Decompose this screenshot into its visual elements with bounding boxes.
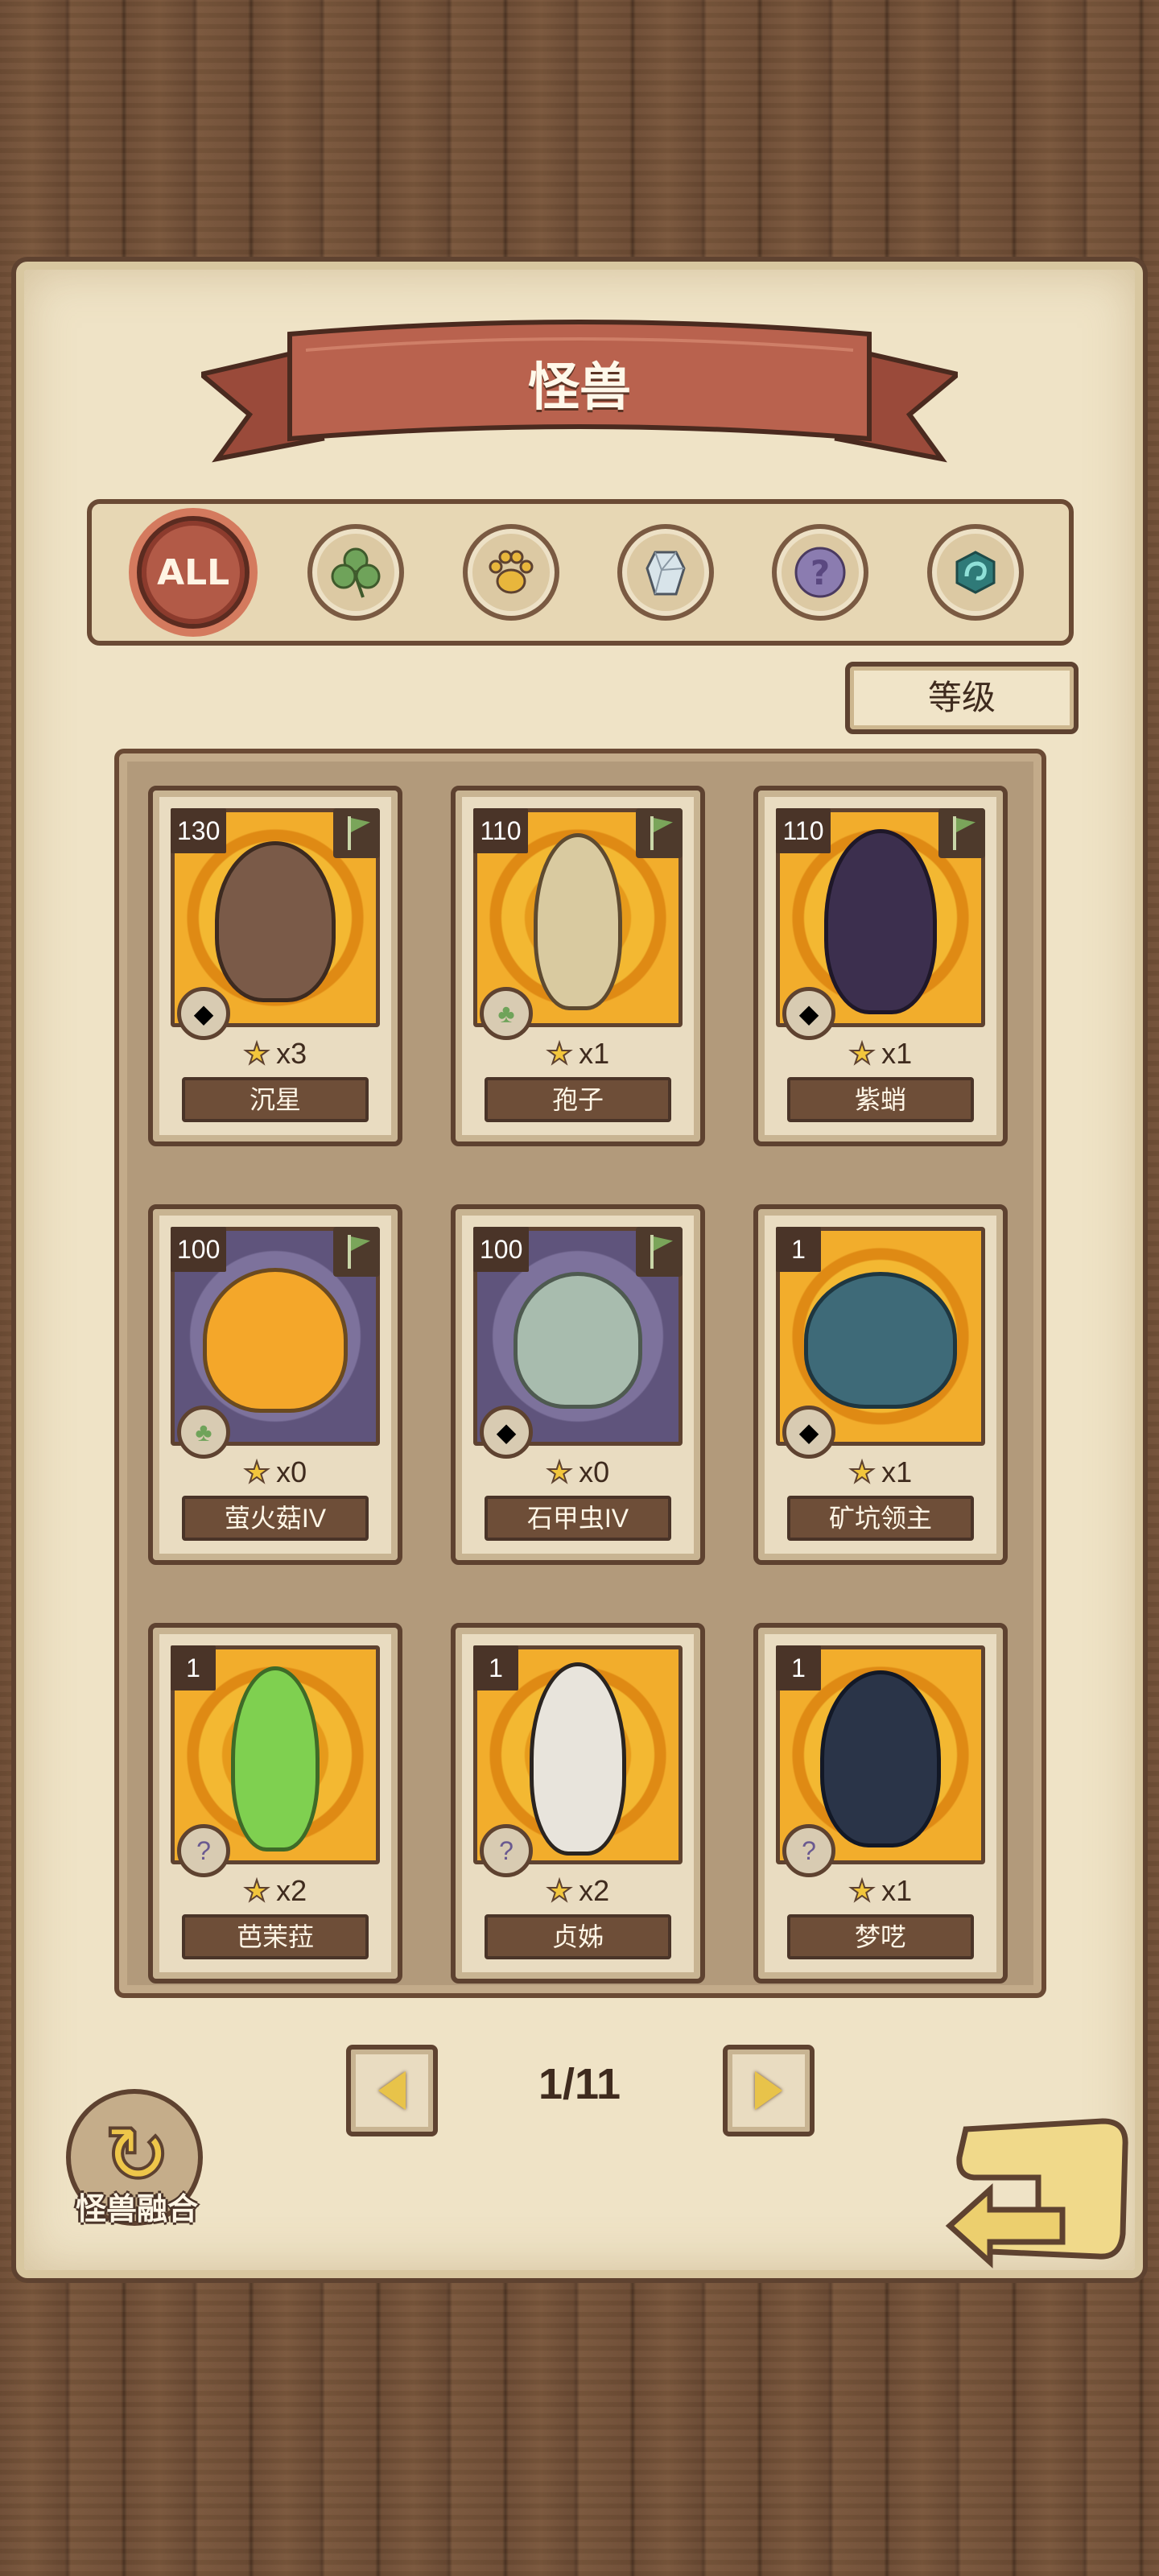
flag-icon[interactable]	[333, 808, 380, 858]
monster-card[interactable]: 100 ◆ ★ x0 石甲虫IV	[451, 1204, 705, 1565]
star-count: ★ x2	[243, 1873, 307, 1908]
star-count: ★ x2	[546, 1873, 610, 1908]
monster-name: 芭茉菈	[182, 1914, 369, 1959]
monster-card[interactable]: 130 ◆ ★ x3 沉星	[148, 786, 402, 1146]
star-count: ★ x1	[848, 1455, 913, 1489]
flag-icon[interactable]	[636, 808, 683, 858]
monster-name: 紫蛸	[787, 1077, 974, 1122]
crystal-icon	[645, 551, 686, 596]
prev-page-button[interactable]	[346, 2045, 438, 2136]
arrow-right-icon	[755, 2071, 782, 2110]
level-badge: 1	[776, 1645, 821, 1690]
star-icon: ★	[546, 1873, 573, 1908]
question-icon: ?	[480, 1824, 533, 1877]
sort-by-level-button[interactable]: 等级	[845, 662, 1079, 734]
next-page-button[interactable]	[723, 2045, 815, 2136]
filter-all-label: ALL	[157, 551, 230, 593]
monster-card[interactable]: 1 ? ★ x1 梦呓	[753, 1623, 1008, 1984]
page-indicator: 1/11	[538, 2060, 621, 2108]
category-filter-bar: ALL ?	[87, 499, 1074, 646]
level-badge: 1	[473, 1645, 518, 1690]
monster-sprite	[203, 1268, 348, 1414]
star-count: ★ x1	[848, 1873, 913, 1908]
monster-card[interactable]: 1 ? ★ x2 贞姊	[451, 1623, 705, 1984]
filter-beast-button[interactable]	[462, 524, 559, 621]
monster-sprite	[824, 829, 937, 1015]
clover-icon	[331, 547, 381, 598]
monster-name: 萤火菇IV	[182, 1496, 369, 1541]
filter-unknown-button[interactable]: ?	[772, 524, 869, 621]
level-badge: 1	[776, 1227, 821, 1272]
monster-sprite	[534, 833, 622, 1011]
level-badge: 110	[473, 808, 528, 853]
monster-name: 贞姊	[485, 1914, 671, 1959]
monster-card[interactable]: 110 ♣ ★ x1 孢子	[451, 786, 705, 1146]
filter-plant-button[interactable]	[307, 524, 405, 621]
crystal-icon: ◆	[177, 987, 230, 1040]
question-icon: ?	[794, 547, 846, 598]
star-icon: ★	[243, 1036, 270, 1071]
monster-name: 石甲虫IV	[485, 1496, 671, 1541]
svg-text:?: ?	[810, 553, 830, 592]
star-icon: ★	[243, 1455, 270, 1489]
monster-sprite	[804, 1272, 957, 1410]
monster-card[interactable]: 1 ◆ ★ x1 矿坑领主	[753, 1204, 1008, 1565]
monster-name: 矿坑领主	[787, 1496, 974, 1541]
filter-mineral-button[interactable]	[617, 524, 715, 621]
star-icon: ★	[848, 1873, 876, 1908]
crystal-icon: ◆	[782, 987, 835, 1040]
monster-sprite	[530, 1662, 626, 1856]
crystal-icon: ◆	[782, 1406, 835, 1459]
monster-fusion-button[interactable]: ↻ 怪兽融合	[56, 2089, 217, 2230]
monster-card[interactable]: 100 ♣ ★ x0 萤火菇IV	[148, 1204, 402, 1565]
level-badge: 100	[171, 1227, 227, 1272]
star-count: ★ x1	[546, 1036, 610, 1071]
star-count: ★ x0	[243, 1455, 307, 1489]
star-count: ★ x1	[848, 1036, 913, 1071]
flag-icon[interactable]	[333, 1227, 380, 1277]
star-icon: ★	[848, 1036, 876, 1071]
clover-icon: ♣	[480, 987, 533, 1040]
monster-name: 孢子	[485, 1077, 671, 1122]
monster-sprite	[215, 841, 336, 1003]
filter-magic-button[interactable]	[926, 524, 1024, 621]
star-icon: ★	[848, 1455, 876, 1489]
monster-sprite	[820, 1670, 941, 1848]
star-count: ★ x0	[546, 1455, 610, 1489]
star-count: ★ x3	[243, 1036, 307, 1071]
star-icon: ★	[546, 1455, 573, 1489]
monster-card[interactable]: 1 ? ★ x2 芭茉菈	[148, 1623, 402, 1984]
clover-icon: ♣	[177, 1406, 230, 1459]
crystal-icon: ◆	[480, 1406, 533, 1459]
filter-all-button[interactable]: ALL	[137, 516, 250, 629]
back-button[interactable]	[942, 2113, 1135, 2274]
flag-icon[interactable]	[636, 1227, 683, 1277]
question-icon: ?	[177, 1824, 230, 1877]
level-badge: 1	[171, 1645, 216, 1690]
level-badge: 130	[171, 808, 227, 853]
monster-name: 沉星	[182, 1077, 369, 1122]
fusion-label: 怪兽融合	[75, 2193, 198, 2227]
page-title: 怪兽	[528, 358, 631, 418]
swirl-icon	[955, 551, 996, 594]
star-icon: ★	[546, 1036, 573, 1071]
flag-icon[interactable]	[938, 808, 985, 858]
monster-name: 梦呓	[787, 1914, 974, 1959]
star-icon: ★	[243, 1873, 270, 1908]
question-icon: ?	[782, 1824, 835, 1877]
level-badge: 100	[473, 1227, 530, 1272]
monster-card[interactable]: 110 ◆ ★ x1 紫蛸	[753, 786, 1008, 1146]
paw-icon	[489, 550, 534, 594]
monster-sprite	[231, 1666, 320, 1852]
monster-sprite	[514, 1272, 642, 1410]
level-badge: 110	[776, 808, 831, 853]
arrow-left-icon	[378, 2071, 406, 2110]
